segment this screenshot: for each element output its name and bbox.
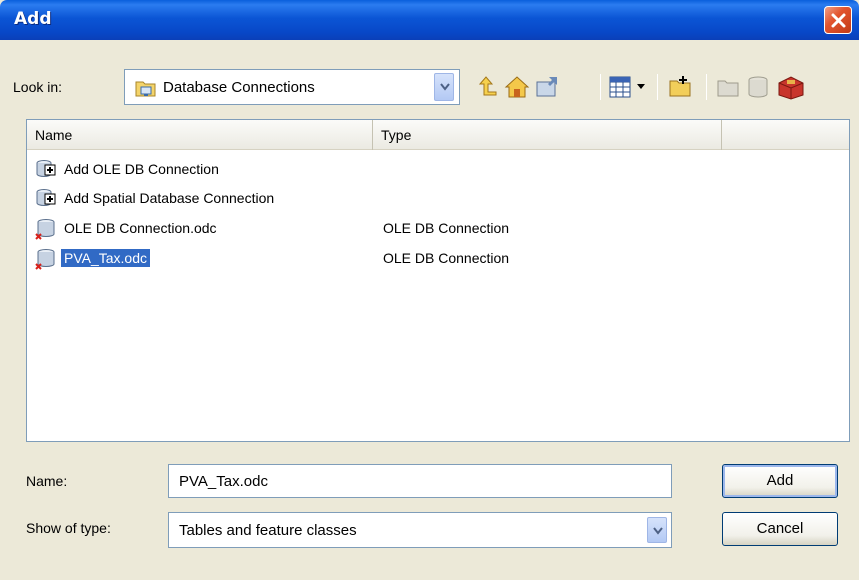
toolbar-separator	[600, 74, 601, 100]
list-item-name: Add OLE DB Connection	[64, 161, 219, 177]
close-button[interactable]	[824, 6, 852, 34]
title-bar: Add	[0, 0, 859, 40]
new-folder-icon[interactable]	[668, 74, 694, 100]
add-button[interactable]: Add	[722, 464, 838, 498]
lookin-combo[interactable]: Database Connections	[124, 69, 460, 105]
database-connection-icon	[35, 249, 55, 270]
list-item-name: PVA_Tax.odc	[59, 248, 152, 268]
toolbar-separator	[657, 74, 658, 100]
view-dropdown-icon[interactable]	[637, 84, 645, 90]
name-input-value: PVA_Tax.odc	[179, 473, 268, 490]
name-input[interactable]: PVA_Tax.odc	[168, 464, 672, 498]
type-dropdown-button[interactable]	[647, 517, 667, 543]
cancel-button[interactable]: Cancel	[722, 512, 838, 546]
view-list-icon[interactable]	[608, 74, 634, 100]
list-item-type: OLE DB Connection	[383, 220, 510, 236]
column-header-name[interactable]: Name	[27, 120, 373, 150]
list-item-name: Add Spatial Database Connection	[64, 190, 275, 206]
database-folder-icon	[135, 81, 156, 97]
list-item-name: OLE DB Connection.odc	[64, 220, 217, 236]
connect-folder-icon[interactable]	[534, 74, 560, 100]
add-connection-icon	[36, 189, 56, 206]
up-one-level-icon[interactable]	[476, 74, 500, 98]
type-label: Show of type:	[26, 520, 111, 536]
type-combo[interactable]: Tables and feature classes	[168, 512, 672, 548]
toolbar-separator	[706, 74, 707, 100]
lookin-value: Database Connections	[163, 79, 315, 96]
close-icon	[831, 13, 846, 28]
database-connection-icon	[35, 219, 55, 240]
type-combo-value: Tables and feature classes	[179, 522, 357, 539]
window-title: Add	[14, 9, 52, 29]
add-connection-icon	[36, 160, 56, 177]
list-item-type: OLE DB Connection	[383, 250, 510, 266]
column-header-empty	[722, 120, 849, 150]
home-icon[interactable]	[504, 74, 530, 100]
name-label: Name:	[26, 473, 68, 489]
database-icon	[748, 76, 768, 98]
lookin-label: Look in:	[13, 79, 63, 95]
chevron-down-icon	[440, 83, 450, 91]
chevron-down-icon	[653, 527, 663, 535]
file-list[interactable]: Name Type Add OLE DB Connection Add Spat…	[26, 119, 850, 442]
toolbox-icon[interactable]	[776, 74, 806, 100]
column-header-type[interactable]: Type	[373, 120, 722, 150]
folder-icon	[717, 80, 739, 97]
list-header: Name Type	[27, 120, 849, 150]
lookin-dropdown-button[interactable]	[434, 73, 454, 101]
